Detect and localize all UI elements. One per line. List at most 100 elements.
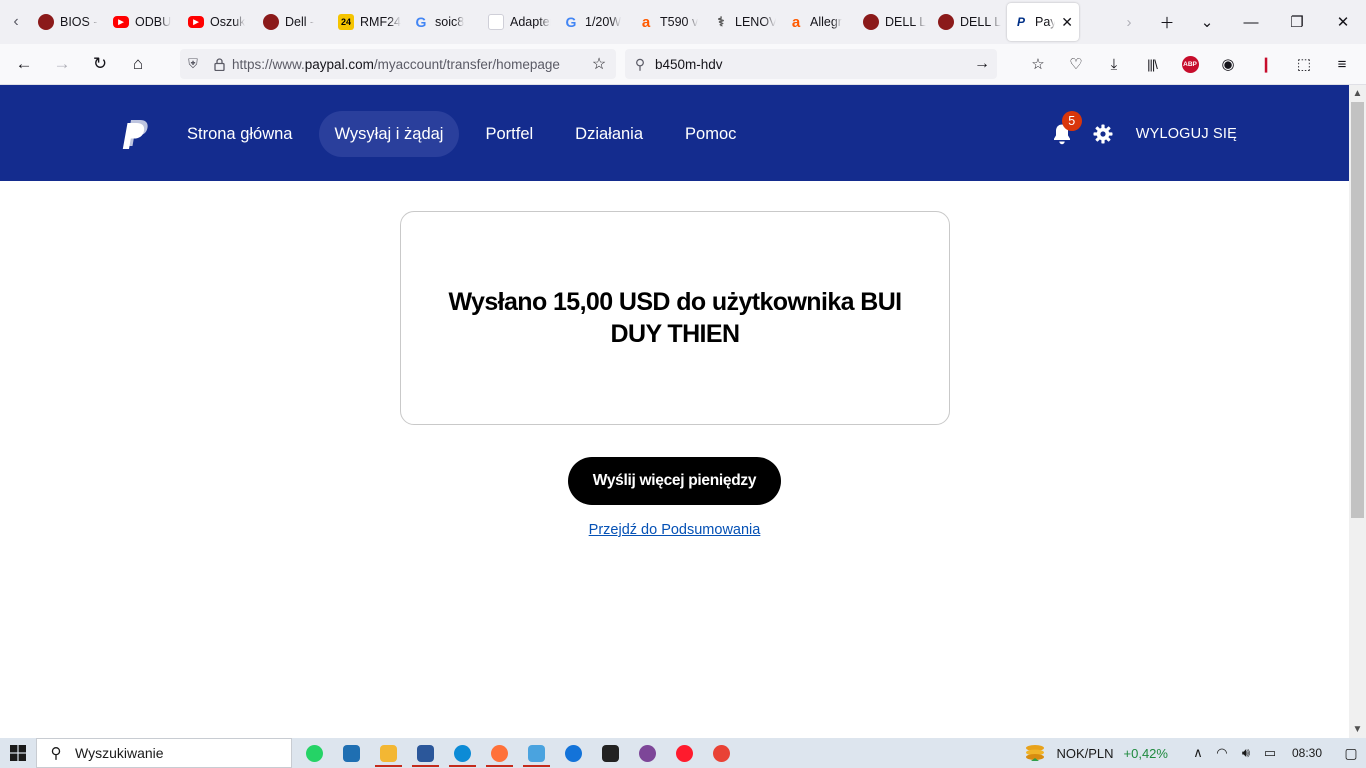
close-tab-icon[interactable]: ✕ (1061, 14, 1073, 31)
youtube-icon: ▶ (113, 16, 129, 28)
dell-icon (38, 14, 54, 30)
page-scrollbar[interactable]: ▲ ▼ (1349, 85, 1366, 738)
scrollbar-thumb[interactable] (1351, 102, 1364, 518)
taskbar-app-button[interactable] (629, 738, 666, 768)
paypal-nav-item[interactable]: Pomoc (669, 111, 752, 157)
paypal-nav-item[interactable]: Wysyłaj i żądaj (318, 111, 460, 157)
send-more-money-button[interactable]: Wyślij więcej pieniędzy (568, 457, 781, 505)
paypal-logo-icon[interactable] (122, 118, 150, 150)
notification-count-badge: 5 (1061, 111, 1082, 131)
search-bar[interactable]: ⚲ b450m-hdv → (625, 49, 997, 79)
go-to-summary-link[interactable]: Przejdź do Podsumowania (500, 522, 849, 538)
bookmarks-menu-icon[interactable]: ☆ (1020, 48, 1056, 80)
notifications-button[interactable]: 5 (1050, 111, 1082, 149)
browser-tab[interactable]: BIOS - (32, 0, 107, 44)
pocket-icon[interactable]: ♡ (1058, 48, 1094, 80)
library-icon[interactable]: |||\ (1134, 48, 1170, 80)
taskbar-search-placeholder: Wyszukiwanie (75, 745, 164, 761)
search-go-arrow-icon[interactable]: → (967, 55, 997, 73)
taskbar-app-button[interactable] (481, 738, 518, 768)
search-input[interactable]: b450m-hdv (655, 57, 723, 72)
browser-tab[interactable]: G 1/20W (557, 0, 632, 44)
scroll-tabs-left-button[interactable]: ‹ (0, 0, 32, 44)
lock-icon[interactable] (206, 57, 232, 71)
tracking-protection-icon[interactable]: ⛨ (180, 56, 206, 72)
settings-button[interactable] (1092, 123, 1114, 145)
url-prefix: https://www. (232, 56, 305, 72)
address-bar[interactable]: ⛨ https://www.paypal.com/myaccount/trans… (180, 49, 616, 79)
close-window-button[interactable]: ✕ (1320, 0, 1366, 44)
youtube-icon: ▶ (188, 16, 204, 28)
list-all-tabs-button[interactable]: ⌄ (1186, 0, 1228, 44)
browser-tab[interactable]: Dell - (257, 0, 332, 44)
notification-center-icon[interactable]: ▢ (1336, 745, 1366, 762)
dislike-extension-icon[interactable]: ❙ (1248, 48, 1284, 80)
scroll-tabs-right-button[interactable]: › (1110, 0, 1148, 44)
taskbar-app-button[interactable] (296, 738, 333, 768)
extensions-icon[interactable]: ⬚ (1286, 48, 1322, 80)
forward-button[interactable]: → (44, 48, 80, 80)
browser-tab[interactable]: Gsoic8 (407, 0, 482, 44)
browser-tab[interactable]: ▶ ODBU (107, 0, 182, 44)
battery-icon[interactable]: ▭ (1258, 745, 1282, 761)
taskbar-app-button[interactable] (666, 738, 703, 768)
home-button[interactable]: ⌂ (120, 48, 156, 80)
tab-bar: ‹ BIOS - ▶ ODBU ▶ Oszuk Dell - 24 RMF24 Gsoic8 Ad… (0, 0, 1366, 44)
taskbar-app-button[interactable] (333, 738, 370, 768)
account-icon[interactable]: ◉ (1210, 48, 1246, 80)
minimize-window-button[interactable]: — (1228, 0, 1274, 44)
url-text[interactable]: https://www.paypal.com/myaccount/transfe… (232, 57, 582, 72)
paypal-main-nav: Strona główna Wysyłaj i żądaj Portfel Dział… (171, 111, 762, 157)
tab-title: RMF24 (360, 15, 401, 29)
start-button[interactable] (0, 738, 36, 768)
taskbar-app-button[interactable] (370, 738, 407, 768)
browser-tab[interactable]: 24 RMF24 (332, 0, 407, 44)
taskbar-app-button[interactable] (407, 738, 444, 768)
taskbar-app-button[interactable] (703, 738, 740, 768)
coins-widget-icon[interactable] (1024, 744, 1046, 762)
show-hidden-icons-chevron-icon[interactable]: ∧ (1186, 745, 1210, 761)
edge-icon (454, 744, 471, 762)
paypal-nav-item[interactable]: Portfel (469, 111, 549, 157)
volume-icon[interactable]: 🔊︎ (1234, 745, 1258, 761)
currency-ticker-name[interactable]: NOK/PLN (1056, 746, 1113, 761)
browser-tab[interactable]: ⚕ LENOV (707, 0, 782, 44)
restore-window-button[interactable]: ❐ (1274, 0, 1320, 44)
taskbar-app-button[interactable] (444, 738, 481, 768)
adblock-plus-icon[interactable]: ABP (1172, 48, 1208, 80)
transfer-confirmation-title: Wysłano 15,00 USD do użytkownika BUI DUY… (448, 288, 902, 348)
google-icon: G (565, 14, 577, 30)
scroll-up-arrow-icon[interactable]: ▲ (1349, 85, 1366, 102)
currency-ticker-change[interactable]: +0,42% (1124, 746, 1168, 761)
search-icon: ⚲ (634, 55, 646, 72)
hamburger-menu-icon[interactable]: ≡ (1324, 48, 1360, 80)
taskbar-app-button[interactable] (555, 738, 592, 768)
browser-tab[interactable]: ▶ Oszuk (182, 0, 257, 44)
wifi-icon[interactable]: ◠ (1210, 745, 1234, 761)
taskbar-search-box[interactable]: ⚲ Wyszukiwanie (36, 738, 292, 768)
logout-link[interactable]: WYLOGUJ SIĘ (1136, 126, 1237, 142)
browser-tab[interactable]: DELL L (857, 0, 932, 44)
bookmark-star-icon[interactable]: ☆ (582, 54, 616, 74)
navigation-toolbar: ← → ↻ ⌂ ⛨ https://www.paypal.com/myaccou… (0, 44, 1366, 85)
browser-tab[interactable]: Adapter ig (482, 0, 557, 44)
reload-button[interactable]: ↻ (82, 48, 118, 80)
dell-icon (938, 14, 954, 30)
scroll-down-arrow-icon[interactable]: ▼ (1349, 721, 1366, 738)
windows-logo-icon (10, 745, 26, 761)
browser-tab[interactable]: a Allegr (782, 0, 857, 44)
browser-tab[interactable]: DELL L (932, 0, 1007, 44)
paypal-nav-item[interactable]: Działania (559, 111, 659, 157)
paypal-nav-item[interactable]: Strona główna (171, 111, 309, 157)
new-tab-button[interactable]: ＋ (1148, 0, 1186, 44)
browser-tab[interactable]: a T590 v (632, 0, 707, 44)
taskbar-app-button[interactable] (518, 738, 555, 768)
file-explorer-icon (380, 744, 397, 762)
downloads-icon[interactable]: ⤓ (1096, 48, 1132, 80)
taskbar-clock[interactable]: 08:30 (1292, 746, 1322, 760)
paypal-header: Strona główna Wysyłaj i żądaj Portfel Dział… (0, 85, 1349, 181)
browser-tab[interactable]: P Pay ✕ (1007, 3, 1079, 41)
transfer-confirmation-card: Wysłano 15,00 USD do użytkownika BUI DUY… (400, 211, 950, 425)
back-button[interactable]: ← (6, 48, 42, 80)
taskbar-app-button[interactable] (592, 738, 629, 768)
